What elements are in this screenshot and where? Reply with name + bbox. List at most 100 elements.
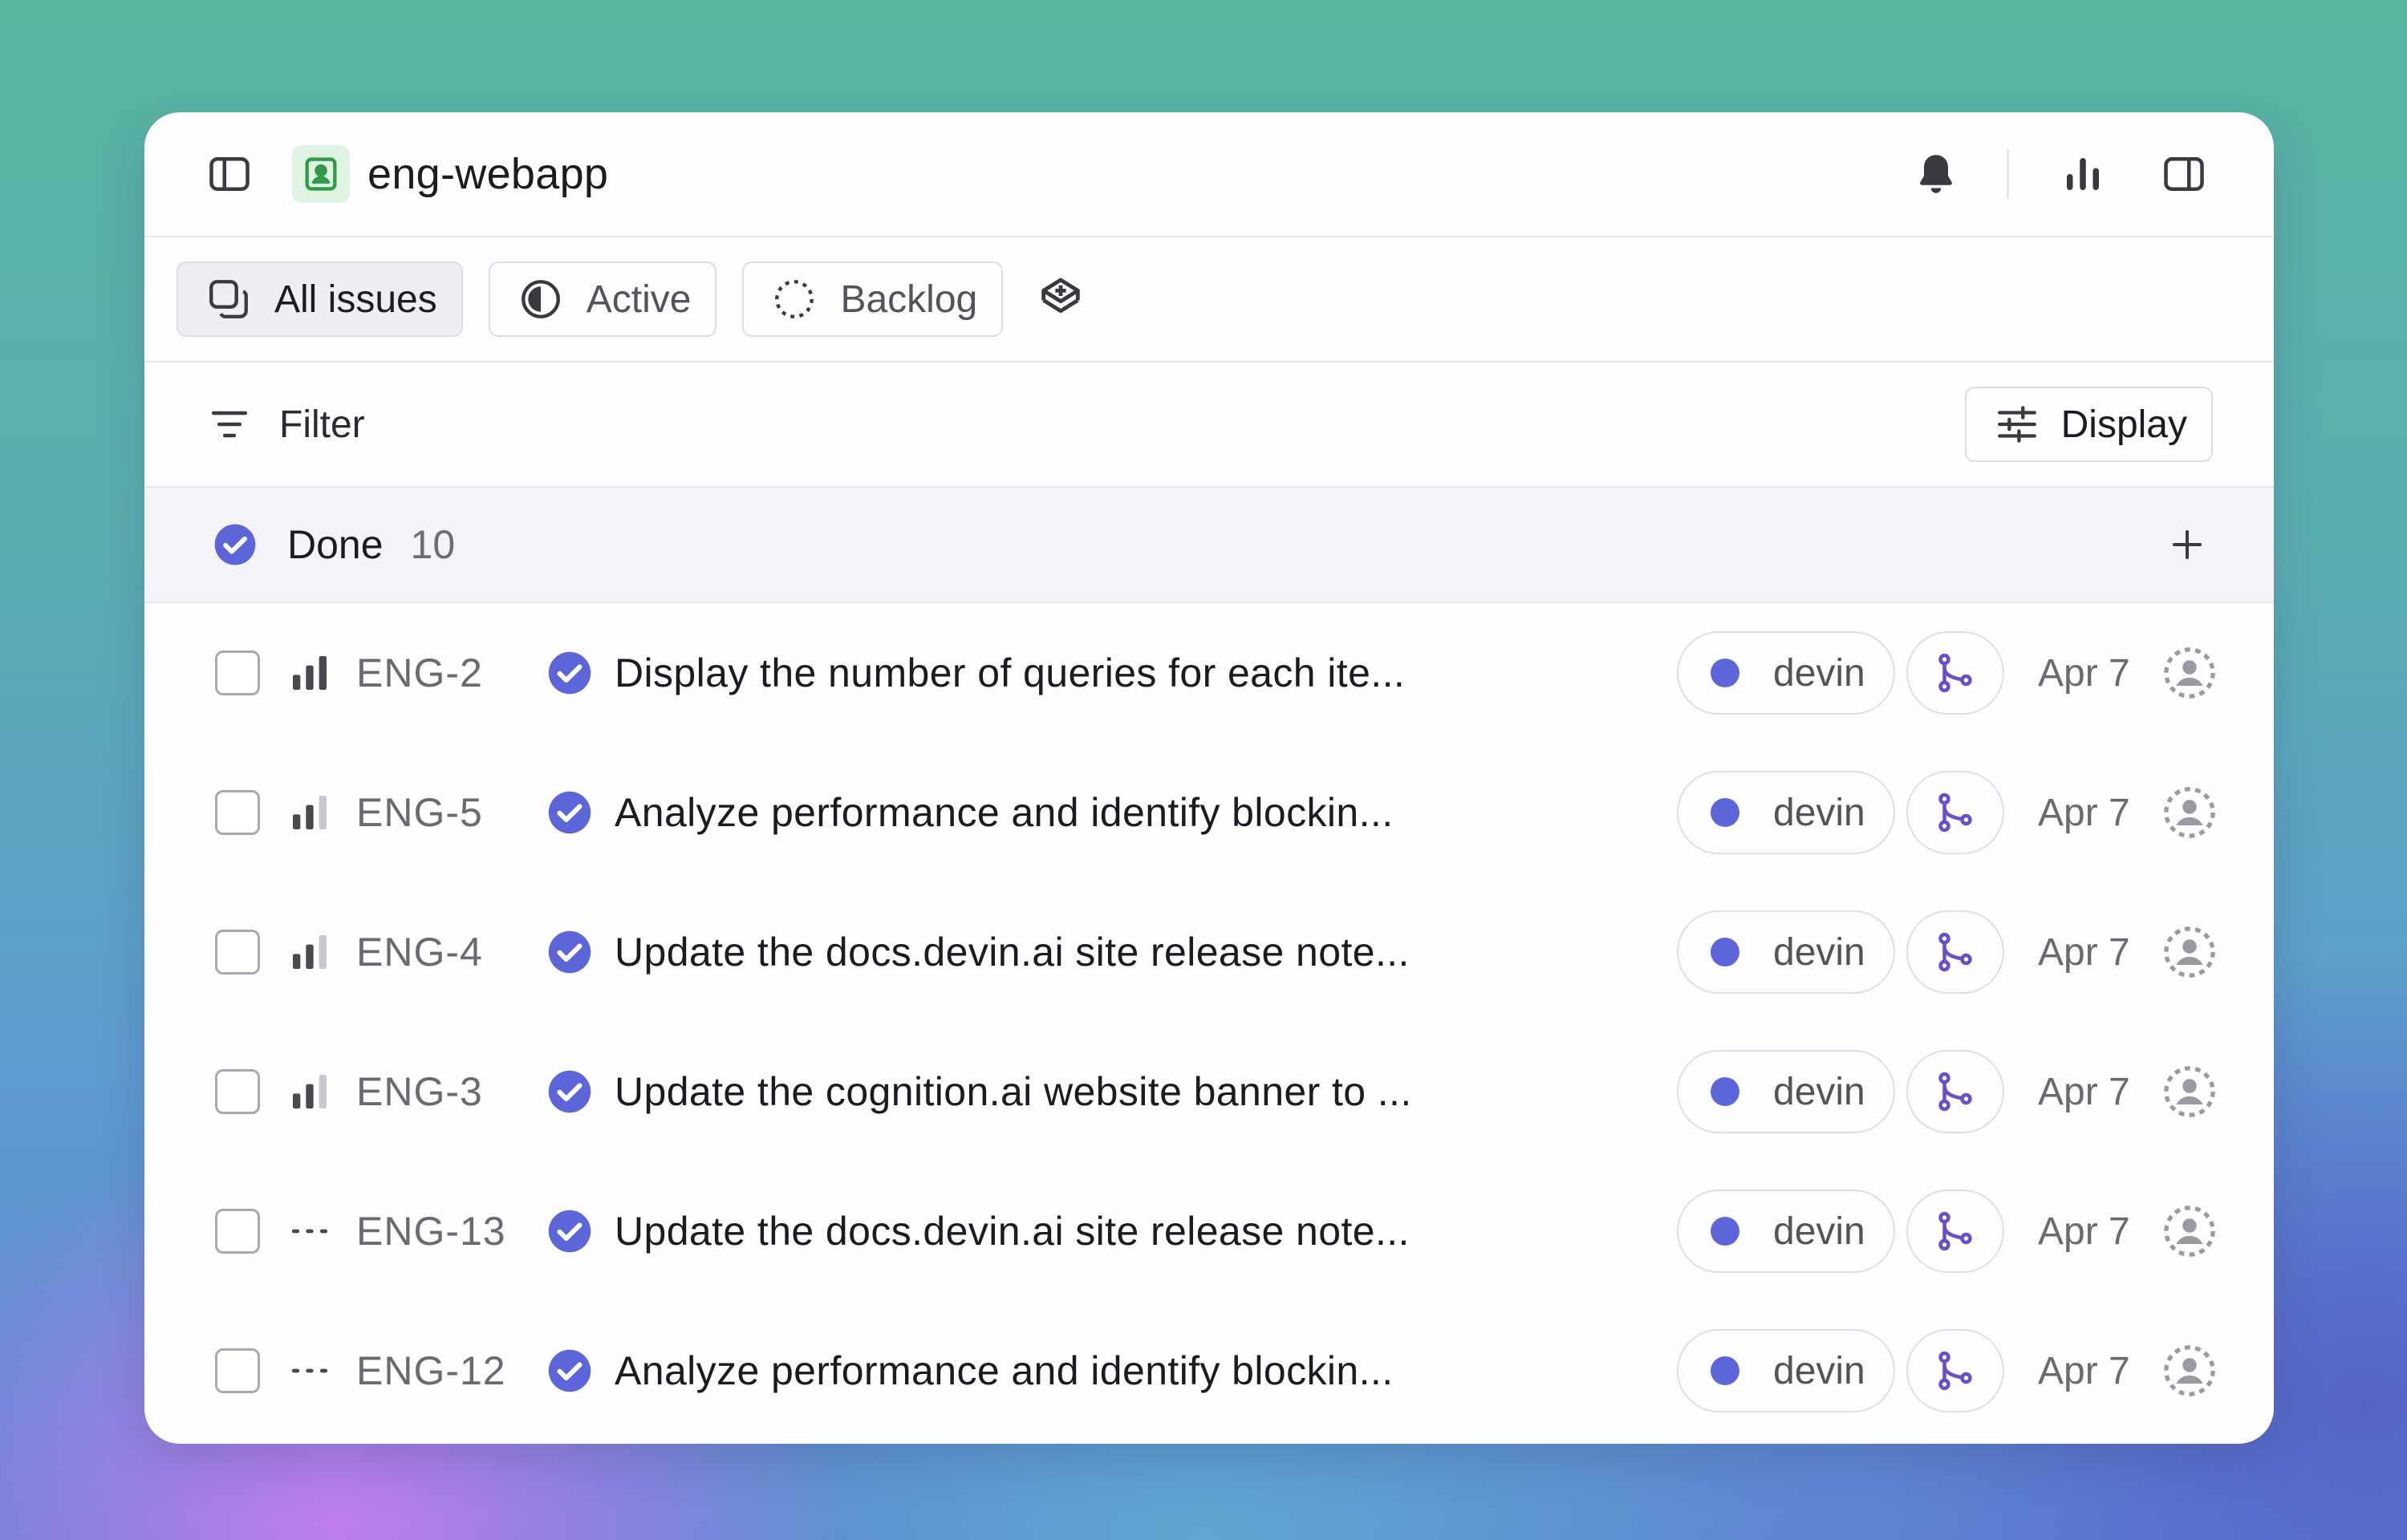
tab-label: Backlog	[840, 278, 978, 321]
issue-title[interactable]: Update the docs.devin.ai site release no…	[615, 929, 1677, 975]
issue-id: ENG-4	[356, 930, 483, 975]
label-pill[interactable]: devin	[1677, 1189, 1895, 1273]
team-icon	[292, 145, 350, 203]
tab-active[interactable]: Active	[488, 261, 717, 337]
header-divider	[2007, 149, 2009, 199]
filter-button[interactable]: Filter	[207, 402, 365, 447]
filter-bar: Filter Display	[144, 363, 2274, 488]
unassigned-avatar-icon[interactable]	[2161, 1343, 2218, 1399]
label-pill[interactable]: devin	[1677, 771, 1895, 854]
bar-chart-icon[interactable]	[2057, 148, 2109, 200]
row-checkbox[interactable]	[215, 930, 260, 975]
done-status-icon[interactable]	[546, 928, 594, 976]
sidebar-toggle-icon[interactable]	[205, 150, 254, 198]
issue-title[interactable]: Analyze performance and identify blockin…	[615, 789, 1677, 836]
issue-list: ENG-2 Display the number of queries for …	[144, 603, 2274, 1441]
sliders-icon	[1997, 406, 2036, 443]
bell-icon[interactable]	[1910, 148, 1962, 200]
issue-id: ENG-12	[356, 1348, 506, 1393]
top-bar: eng-webapp	[144, 112, 2274, 237]
no-priority-icon[interactable]	[286, 1207, 334, 1255]
issue-row[interactable]: ENG-3 Update the cognition.ai website ba…	[144, 1022, 2274, 1161]
git-branch-icon[interactable]	[1906, 631, 2004, 715]
label-pill[interactable]: devin	[1677, 1050, 1895, 1133]
issue-date: Apr 7	[2038, 651, 2130, 695]
unassigned-avatar-icon[interactable]	[2161, 1203, 2218, 1259]
dashed-circle-icon	[771, 276, 818, 322]
git-branch-icon[interactable]	[1906, 910, 2004, 994]
done-status-icon[interactable]	[546, 1068, 594, 1116]
filter-icon	[211, 411, 248, 438]
label-dot	[1711, 1356, 1739, 1385]
row-checkbox[interactable]	[215, 1348, 260, 1393]
view-tabs: All issues Active Backlog	[144, 237, 2274, 363]
label-name: devin	[1773, 1210, 1865, 1253]
add-view-layers-icon[interactable]	[1032, 270, 1090, 328]
label-pill[interactable]: devin	[1677, 1329, 1895, 1412]
git-branch-icon[interactable]	[1906, 1189, 2004, 1273]
label-name: devin	[1773, 930, 1865, 974]
team-name[interactable]: eng-webapp	[367, 149, 608, 199]
done-status-icon[interactable]	[546, 1347, 594, 1395]
label-dot	[1711, 1077, 1739, 1106]
issue-date: Apr 7	[2038, 930, 2130, 974]
group-title: Done	[287, 522, 384, 567]
row-checkbox[interactable]	[215, 650, 260, 695]
label-name: devin	[1773, 651, 1865, 695]
issue-row[interactable]: ENG-12 Analyze performance and identify …	[144, 1301, 2274, 1441]
tab-label: Active	[586, 278, 692, 321]
issue-id: ENG-5	[356, 790, 483, 835]
git-branch-icon[interactable]	[1906, 1329, 2004, 1412]
git-branch-icon[interactable]	[1906, 1050, 2004, 1133]
display-button[interactable]: Display	[1964, 387, 2213, 462]
issue-title[interactable]: Update the cognition.ai website banner t…	[615, 1068, 1677, 1115]
issue-row[interactable]: ENG-13 Update the docs.devin.ai site rel…	[144, 1161, 2274, 1301]
issue-id: ENG-2	[356, 650, 483, 695]
group-count: 10	[410, 522, 456, 567]
done-status-icon[interactable]	[546, 1207, 594, 1255]
row-checkbox[interactable]	[215, 1069, 260, 1114]
issue-title[interactable]: Analyze performance and identify blockin…	[615, 1348, 1677, 1394]
tab-all-issues[interactable]: All issues	[177, 261, 463, 337]
display-label: Display	[2060, 403, 2187, 446]
no-priority-icon[interactable]	[286, 1347, 334, 1395]
issue-title[interactable]: Update the docs.devin.ai site release no…	[615, 1208, 1677, 1254]
label-pill[interactable]: devin	[1677, 631, 1895, 715]
row-checkbox[interactable]	[215, 1209, 260, 1254]
plus-icon[interactable]	[2165, 522, 2210, 567]
done-status-icon	[214, 524, 256, 565]
label-name: devin	[1773, 1070, 1865, 1113]
unassigned-avatar-icon[interactable]	[2161, 645, 2218, 701]
issue-id: ENG-3	[356, 1069, 483, 1114]
issue-title[interactable]: Display the number of queries for each i…	[615, 650, 1677, 696]
label-dot	[1711, 1217, 1739, 1246]
issue-row[interactable]: ENG-4 Update the docs.devin.ai site rele…	[144, 882, 2274, 1022]
issue-date: Apr 7	[2038, 1210, 2130, 1253]
priority-high-icon[interactable]	[286, 649, 334, 697]
git-branch-icon[interactable]	[1906, 771, 2004, 854]
issue-date: Apr 7	[2038, 1070, 2130, 1113]
issues-icon	[205, 276, 252, 322]
filter-label: Filter	[279, 403, 365, 446]
label-name: devin	[1773, 1349, 1865, 1392]
unassigned-avatar-icon[interactable]	[2161, 1064, 2218, 1120]
unassigned-avatar-icon[interactable]	[2161, 784, 2218, 841]
done-status-icon[interactable]	[546, 788, 594, 837]
group-header-done[interactable]: Done 10	[144, 488, 2274, 603]
priority-medium-icon[interactable]	[286, 788, 334, 837]
issue-row[interactable]: ENG-5 Analyze performance and identify b…	[144, 743, 2274, 882]
tab-backlog[interactable]: Backlog	[742, 261, 1004, 337]
tab-label: All issues	[274, 278, 437, 321]
done-status-icon[interactable]	[546, 649, 594, 697]
issue-date: Apr 7	[2038, 791, 2130, 834]
priority-medium-icon[interactable]	[286, 928, 334, 976]
label-pill[interactable]: devin	[1677, 910, 1895, 994]
issue-date: Apr 7	[2038, 1349, 2130, 1392]
unassigned-avatar-icon[interactable]	[2161, 924, 2218, 980]
issue-id: ENG-13	[356, 1209, 506, 1254]
issue-row[interactable]: ENG-2 Display the number of queries for …	[144, 603, 2274, 743]
priority-medium-icon[interactable]	[286, 1068, 334, 1116]
half-circle-icon	[518, 276, 564, 322]
row-checkbox[interactable]	[215, 790, 260, 835]
side-panel-icon[interactable]	[2158, 148, 2210, 200]
